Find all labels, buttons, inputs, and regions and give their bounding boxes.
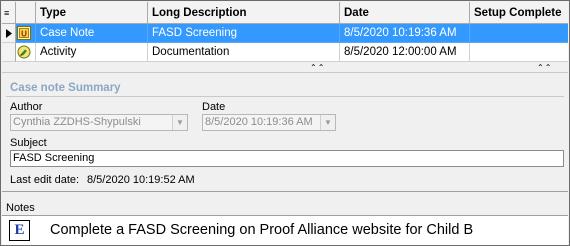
icon-column-header[interactable] [16, 2, 36, 24]
type-icon-cell: U [16, 24, 36, 43]
cell-long-description: Documentation [148, 43, 340, 62]
author-value: Cynthia ZZDHS-Shypulski [13, 116, 141, 128]
document-e-icon[interactable]: E [9, 220, 30, 241]
collapse-up-arrows-icon[interactable]: ⌃⌃ [310, 63, 325, 72]
last-edit-label: Last edit date: [10, 174, 80, 186]
column-header-setup-complete[interactable]: Setup Complete [470, 2, 568, 24]
grid-menu-icon[interactable]: ≡ [2, 2, 16, 24]
note-text[interactable]: Complete a FASD Screening on Proof Allia… [50, 222, 473, 238]
cell-date: 8/5/2020 10:19:36 AM [340, 24, 470, 43]
cell-setup-complete [470, 43, 568, 62]
column-header-long-description[interactable]: Long Description [148, 2, 340, 24]
author-label: Author [10, 101, 43, 113]
row-selector[interactable] [2, 24, 16, 43]
date-select: 8/5/2020 10:19:36 AM ▼ [202, 114, 336, 131]
divider [6, 96, 564, 97]
current-row-pointer-icon [6, 29, 12, 38]
last-edit-value: 8/5/2020 10:19:52 AM [87, 174, 195, 186]
cell-type: Case Note [36, 24, 148, 43]
chevron-down-icon: ▼ [320, 115, 335, 130]
table-row[interactable]: U Case Note FASD Screening 8/5/2020 10:1… [2, 24, 568, 43]
notes-label: Notes [6, 202, 35, 214]
subject-label: Subject [10, 137, 47, 149]
chevron-down-icon: ▼ [172, 115, 187, 130]
column-header-type[interactable]: Type [36, 2, 148, 24]
collapse-up-arrows-icon[interactable]: ⌃⌃ [537, 63, 552, 72]
type-icon-cell [16, 43, 36, 62]
case-notes-panel: ≡ Type Long Description Date Setup Compl… [0, 0, 570, 246]
panel-splitter[interactable]: ⌃⌃ ⌃⌃ [2, 63, 568, 73]
table-row[interactable]: Activity Documentation 8/5/2020 12:00:00… [2, 43, 568, 62]
author-select: Cynthia ZZDHS-Shypulski ▼ [10, 114, 188, 131]
date-value: 8/5/2020 10:19:36 AM [205, 116, 313, 128]
svg-text:U: U [21, 30, 27, 39]
cell-long-description: FASD Screening [148, 24, 340, 43]
activity-icon [17, 45, 31, 59]
notes-area[interactable]: E Complete a FASD Screening on Proof All… [2, 216, 568, 245]
grid-header: ≡ Type Long Description Date Setup Compl… [2, 2, 568, 24]
cell-setup-complete [470, 24, 568, 43]
case-note-icon: U [17, 26, 31, 40]
subject-field[interactable]: FASD Screening [10, 150, 564, 167]
date-label: Date [202, 101, 226, 113]
column-header-date[interactable]: Date [340, 2, 470, 24]
summary-title: Case note Summary [10, 82, 121, 94]
case-notes-grid: ≡ Type Long Description Date Setup Compl… [2, 2, 568, 62]
cell-type: Activity [36, 43, 148, 62]
case-note-summary: Case note Summary Author Cynthia ZZDHS-S… [2, 74, 568, 192]
cell-date: 8/5/2020 12:00:00 AM [340, 43, 470, 62]
row-selector[interactable] [2, 43, 16, 62]
